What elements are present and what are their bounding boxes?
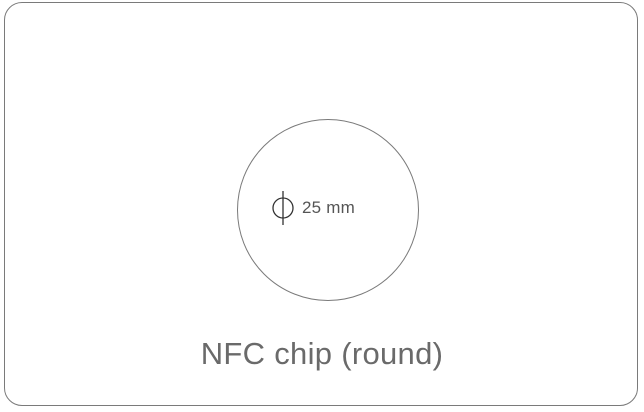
diameter-value: 25 mm (302, 198, 355, 217)
diagram-caption: NFC chip (round) (200, 336, 444, 371)
diameter-icon (272, 191, 294, 225)
diameter-dimension: 25 mm (270, 188, 355, 228)
